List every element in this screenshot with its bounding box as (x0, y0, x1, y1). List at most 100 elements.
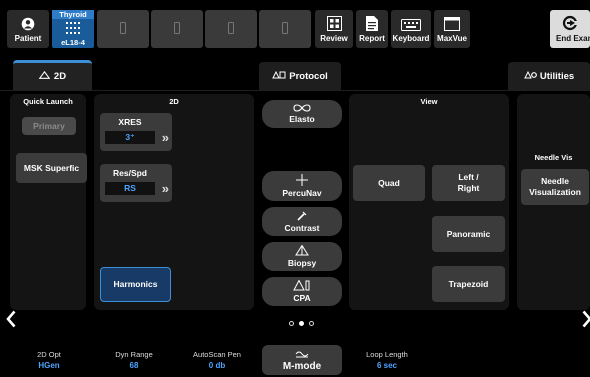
empty-probe-slot-3[interactable] (205, 10, 257, 48)
maxvue-label: MaxVue (437, 34, 467, 43)
report-label: Report (359, 34, 385, 43)
resspd-label: Res/Spd (112, 168, 147, 178)
mmode-wave-icon (295, 349, 309, 361)
crosshair-icon (296, 174, 308, 188)
percunav-button[interactable]: PercuNav (262, 171, 342, 201)
maxvue-window-icon (444, 17, 460, 31)
quick-launch-title: Quick Launch (23, 97, 73, 106)
double-chevron-right-icon[interactable]: » (162, 181, 169, 196)
chevron-right-icon (582, 310, 590, 328)
tab-2d-label: 2D (53, 71, 67, 82)
trapezoid-button[interactable]: Trapezoid (432, 266, 505, 302)
next-page-arrow[interactable] (582, 308, 590, 334)
empty-probe-slot-2[interactable] (151, 10, 203, 48)
left-right-button[interactable]: Left / Right (432, 165, 505, 201)
primary-button[interactable]: Primary (22, 117, 76, 135)
loop-length-label: Loop Length (366, 350, 408, 359)
report-button[interactable]: Report (356, 10, 388, 48)
empty-probe-slot-1[interactable] (97, 10, 149, 48)
keyboard-icon (401, 19, 421, 31)
quick-launch-panel: Quick Launch Primary MSK Superfic (10, 94, 87, 310)
needle-visualization-button[interactable]: Needle Visualization (521, 169, 589, 205)
empty-slot-icon (228, 22, 234, 36)
review-label: Review (320, 34, 348, 43)
biopsy-button[interactable]: Biopsy (262, 242, 342, 271)
patient-button[interactable]: Patient (7, 10, 49, 48)
probe-grid-icon (66, 22, 80, 36)
contrast-syringe-icon (297, 211, 307, 223)
tab-divider (0, 90, 590, 91)
empty-slot-icon (120, 22, 126, 36)
elasto-infinity-icon (292, 104, 312, 114)
page-dot-3[interactable] (309, 321, 314, 326)
review-grid-icon (326, 16, 342, 31)
tab-protocol-label: Protocol (289, 70, 328, 82)
tab-protocol[interactable]: Protocol (259, 62, 341, 90)
keyboard-button[interactable]: Keyboard (391, 10, 431, 48)
autoscan-pen-value: 0 db (208, 361, 226, 370)
needle-vis-title: Needle Vis (534, 153, 573, 162)
utilities-gear-icon (524, 70, 537, 82)
cpa-button[interactable]: CPA (262, 277, 342, 306)
autoscan-pen-control[interactable]: AutoScan Pen 0 db (184, 350, 250, 370)
percunav-label: PercuNav (282, 188, 322, 198)
page-dot-1[interactable] (289, 321, 294, 326)
loop-length-control[interactable]: Loop Length 6 sec (357, 350, 417, 370)
probe-name: eL18-4 (61, 38, 85, 47)
cpa-label: CPA (293, 293, 311, 303)
tab-utilities[interactable]: Utilities (508, 62, 590, 90)
top-toolbar: Patient Thyroid eL18-4 Review Report Key… (0, 0, 590, 58)
chevron-left-icon (6, 310, 16, 328)
dyn-range-control[interactable]: Dyn Range 68 (106, 350, 162, 370)
opt-2d-label: 2D Opt (37, 350, 61, 359)
probe-selector[interactable]: Thyroid eL18-4 (52, 10, 94, 48)
contrast-button[interactable]: Contrast (262, 207, 342, 236)
page-dot-2[interactable] (299, 321, 304, 326)
quad-button[interactable]: Quad (353, 165, 425, 201)
xres-label: XRES (118, 117, 142, 127)
panoramic-button[interactable]: Panoramic (432, 216, 505, 252)
review-button[interactable]: Review (315, 10, 353, 48)
previous-page-arrow[interactable] (6, 308, 16, 334)
panel-2d-title: 2D (169, 97, 179, 106)
view-panel: View Quad Left / Right Panoramic Trapezo… (349, 94, 509, 310)
harmonics-button[interactable]: Harmonics (100, 267, 171, 302)
triangle-icon (38, 70, 51, 82)
empty-slot-icon (282, 22, 288, 36)
autoscan-pen-label: AutoScan Pen (193, 350, 241, 359)
report-document-icon (366, 16, 378, 31)
mmode-label: M-mode (282, 360, 322, 372)
cpa-power-icon (293, 279, 311, 293)
panel-2d: 2D XRES 3⁺ » Res/Spd RS » Harmonics (94, 94, 254, 310)
probe-exam-label: Thyroid (52, 10, 94, 19)
maxvue-button[interactable]: MaxVue (434, 10, 470, 48)
end-exam-label: End Exam (556, 34, 590, 43)
patient-icon (21, 17, 35, 31)
end-exam-arrow-icon (562, 15, 578, 31)
tab-2d[interactable]: 2D (13, 60, 92, 90)
empty-probe-slot-4[interactable] (259, 10, 311, 48)
view-title: View (420, 97, 438, 106)
resspd-value: RS (105, 182, 155, 195)
needle-vis-panel: Needle Vis Needle Visualization (517, 94, 590, 310)
loop-length-value: 6 sec (376, 361, 398, 370)
opt-2d-control[interactable]: 2D Opt HGen (22, 350, 76, 370)
xres-value: 3⁺ (105, 131, 155, 144)
dyn-range-value: 68 (129, 361, 139, 370)
msk-superfic-button[interactable]: MSK Superfic (16, 153, 87, 183)
resspd-control[interactable]: Res/Spd RS » (100, 164, 172, 202)
empty-slot-icon (174, 22, 180, 36)
mmode-button[interactable]: M-mode (262, 345, 342, 375)
contrast-label: Contrast (284, 222, 320, 233)
keyboard-label: Keyboard (392, 34, 430, 43)
opt-2d-value: HGen (38, 361, 60, 370)
elasto-label: Elasto (289, 114, 315, 124)
biopsy-label: Biopsy (287, 258, 317, 268)
tab-utilities-label: Utilities (539, 70, 575, 82)
biopsy-guide-icon (295, 244, 309, 258)
patient-label: Patient (14, 34, 42, 43)
double-chevron-right-icon[interactable]: » (162, 130, 169, 145)
elasto-button[interactable]: Elasto (262, 100, 342, 128)
end-exam-button[interactable]: End Exam (550, 10, 590, 48)
xres-control[interactable]: XRES 3⁺ » (100, 113, 172, 151)
